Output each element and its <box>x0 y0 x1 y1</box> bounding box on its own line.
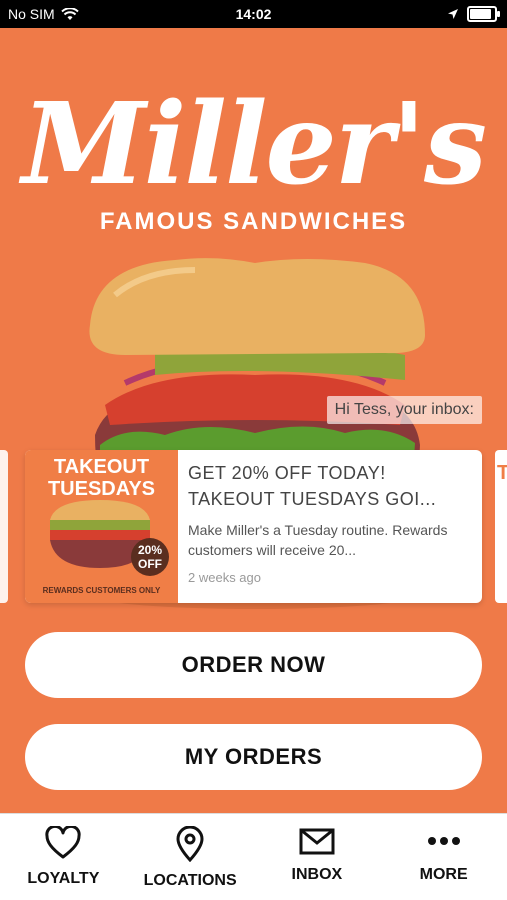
tab-inbox-label: INBOX <box>291 866 343 883</box>
status-bar: No SIM 14:02 <box>0 0 507 28</box>
tab-loyalty-label: LOYALTY <box>27 870 100 887</box>
promo-image: TAKEOUT TUESDAYS 20% OFF REWARDS CUSTOME… <box>25 450 178 603</box>
inbox-greeting: Hi Tess, your inbox: <box>326 396 482 424</box>
message-description: Make Miller's a Tuesday routine. Rewards… <box>188 522 448 558</box>
logo-script-text: Miller's <box>21 79 487 210</box>
tab-more[interactable]: MORE <box>380 814 507 900</box>
heart-icon <box>45 826 81 859</box>
my-orders-button[interactable]: MY ORDERS <box>25 724 482 790</box>
tab-loyalty[interactable]: LOYALTY <box>0 814 127 900</box>
message-timestamp: 2 weeks ago <box>188 570 261 585</box>
tab-bar: LOYALTY LOCATIONS INBOX MORE <box>0 813 507 900</box>
tab-more-label: MORE <box>419 866 468 883</box>
envelope-icon <box>299 828 335 855</box>
next-card-peek-text: T <box>497 462 507 484</box>
location-pin-icon <box>176 826 204 862</box>
promo-headline: TAKEOUT TUESDAYS <box>47 456 156 500</box>
status-time: 14:02 <box>235 6 272 22</box>
next-card-peek[interactable]: T <box>495 450 507 603</box>
more-dots-icon <box>427 837 460 845</box>
tab-inbox[interactable]: INBOX <box>254 814 381 900</box>
message-body: GET 20% OFF TODAY! TAKEOUT TUESDAYS GOI.… <box>188 460 472 585</box>
logo-tagline: FAMOUS SANDWICHES <box>99 208 408 235</box>
promo-badge: 20% OFF <box>131 538 169 576</box>
inbox-message-card[interactable]: TAKEOUT TUESDAYS 20% OFF REWARDS CUSTOME… <box>25 450 482 603</box>
tab-locations-label: LOCATIONS <box>143 872 237 889</box>
tab-locations[interactable]: LOCATIONS <box>127 814 254 900</box>
order-now-button[interactable]: ORDER NOW <box>25 632 482 698</box>
location-arrow-icon <box>448 9 458 19</box>
battery-icon <box>467 6 500 22</box>
previous-card-peek[interactable] <box>0 450 8 603</box>
status-right <box>447 6 500 22</box>
brand-logo: Miller's FAMOUS SANDWICHES <box>20 80 487 240</box>
promo-footer: REWARDS CUSTOMERS ONLY <box>42 586 161 595</box>
message-title: GET 20% OFF TODAY! TAKEOUT TUESDAYS GOI.… <box>188 463 437 509</box>
